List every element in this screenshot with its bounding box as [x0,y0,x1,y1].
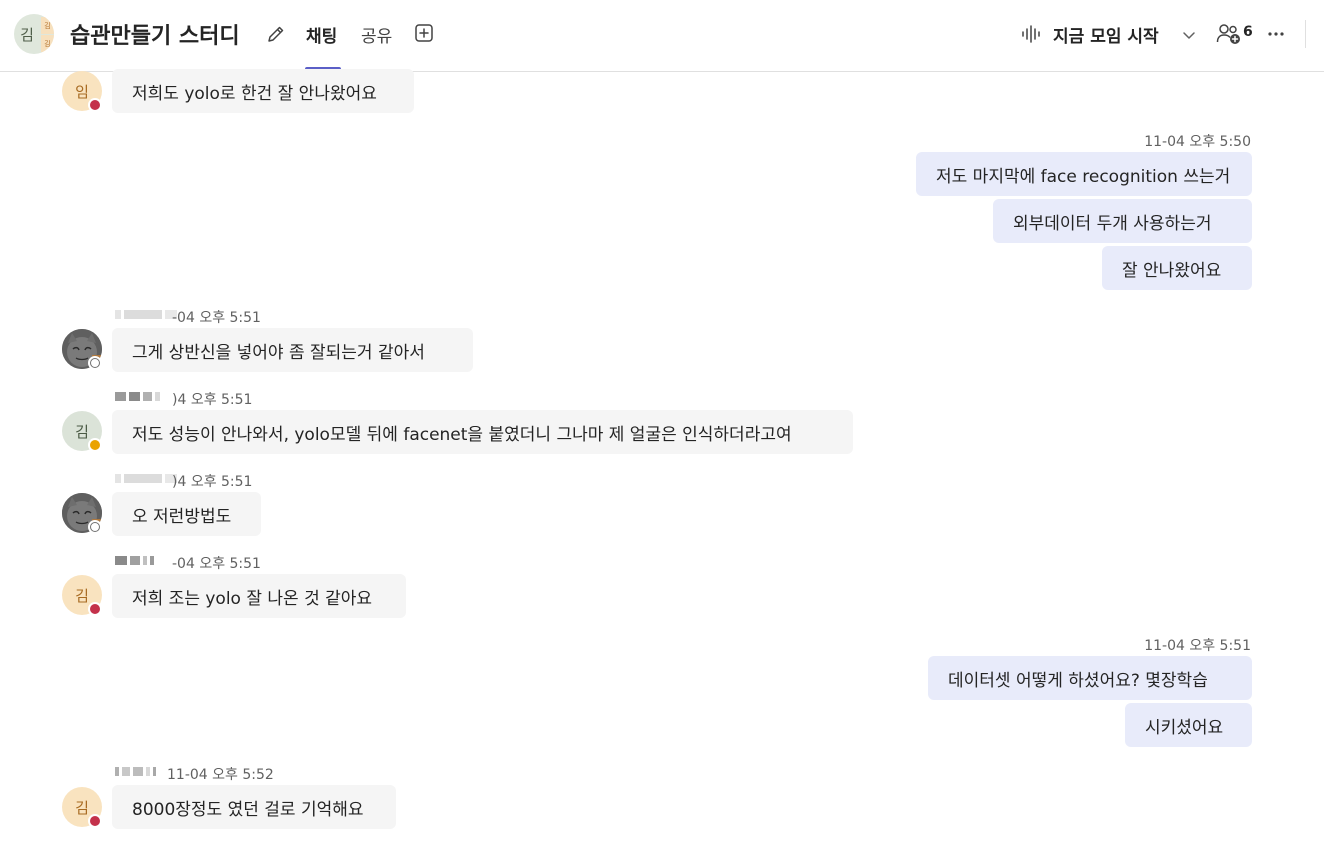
status-away-indicator [88,438,102,452]
message-text: 잘 안나왔어요 [1122,260,1222,281]
sender-name-redacted [115,472,177,484]
pencil-icon[interactable] [265,23,287,45]
chat-title[interactable]: 습관만들기 스터디 [70,18,240,50]
group-avatar-small: 김 [41,17,54,34]
chevron-down-icon[interactable] [1180,26,1198,44]
sender-name-redacted [115,554,154,566]
people-add-icon[interactable] [1216,22,1242,46]
message-bubble[interactable]: 8000장정도 였던 걸로 기억해요 [112,785,396,829]
message-timestamp: 11-04 오후 5:52 [167,767,274,783]
status-offline-indicator [88,520,102,534]
group-avatar-small: 김 [41,35,54,52]
message-bubble[interactable]: 그게 상반신을 넣어야 좀 잘되는거 같아서 [112,328,473,372]
status-busy-indicator [88,814,102,828]
message-text: 8000장정도 였던 걸로 기억해요 [132,799,364,820]
start-meeting-button[interactable]: 지금 모임 시작 [1053,22,1159,47]
status-busy-indicator [88,98,102,112]
message-text: 외부데이터 두개 사용하는거 [1013,213,1212,234]
message-timestamp: 11-04 오후 5:50 [1144,134,1251,150]
group-avatar[interactable]: 김 김 김 [14,14,54,54]
message-timestamp: )4 오후 5:51 [172,392,253,408]
tab-chat[interactable]: 채팅 [306,22,337,47]
message-timestamp: )4 오후 5:51 [172,474,253,490]
message-bubble[interactable]: 저희 조는 yolo 잘 나온 것 같아요 [112,574,406,618]
message-bubble[interactable]: 잘 안나왔어요 [1102,246,1252,290]
message-text: 데이터셋 어떻게 하셨어요? 몇장학습 [948,670,1208,691]
status-offline-indicator [88,356,102,370]
sender-name-redacted [115,308,177,320]
sender-name-redacted [115,765,156,777]
header-divider [1305,20,1306,48]
message-timestamp: -04 오후 5:51 [172,556,261,572]
tab-share[interactable]: 공유 [361,22,392,47]
message-bubble[interactable]: 오 저런방법도 [112,492,261,536]
message-text: 저희 조는 yolo 잘 나온 것 같아요 [132,588,373,609]
message-timestamp: 11-04 오후 5:51 [1144,638,1251,654]
message-bubble[interactable]: 외부데이터 두개 사용하는거 [993,199,1252,243]
message-bubble[interactable]: 데이터셋 어떻게 하셨어요? 몇장학습 [928,656,1252,700]
message-text: 저도 마지막에 face recognition 쓰는거 [936,166,1231,187]
chat-header: 김 김 김 습관만들기 스터디 채팅 공유 지금 모임 시작 6 [0,0,1324,72]
group-avatar-main: 김 [20,25,34,44]
more-horizontal-icon[interactable] [1266,24,1286,44]
status-busy-indicator [88,602,102,616]
participant-count[interactable]: 6 [1243,24,1253,40]
message-text: 그게 상반신을 넣어야 좀 잘되는거 같아서 [132,342,425,363]
message-text: 오 저런방법도 [132,506,232,527]
message-bubble[interactable]: 저도 성능이 안나와서, yolo모델 뒤에 facenet을 붙였더니 그나마… [112,410,853,454]
message-text: 시키셨어요 [1145,717,1224,738]
sender-name-redacted [115,390,160,402]
message-text: 저희도 yolo로 한건 잘 안나왔어요 [132,83,377,104]
message-bubble[interactable]: 저도 마지막에 face recognition 쓰는거 [916,152,1252,196]
message-bubble[interactable]: 저희도 yolo로 한건 잘 안나왔어요 [112,69,414,113]
plus-square-icon[interactable] [414,23,434,43]
message-bubble[interactable]: 시키셨어요 [1125,703,1252,747]
message-text: 저도 성능이 안나와서, yolo모델 뒤에 facenet을 붙였더니 그나마… [132,424,792,445]
audio-wave-icon[interactable] [1020,22,1044,46]
message-timestamp: -04 오후 5:51 [172,310,261,326]
